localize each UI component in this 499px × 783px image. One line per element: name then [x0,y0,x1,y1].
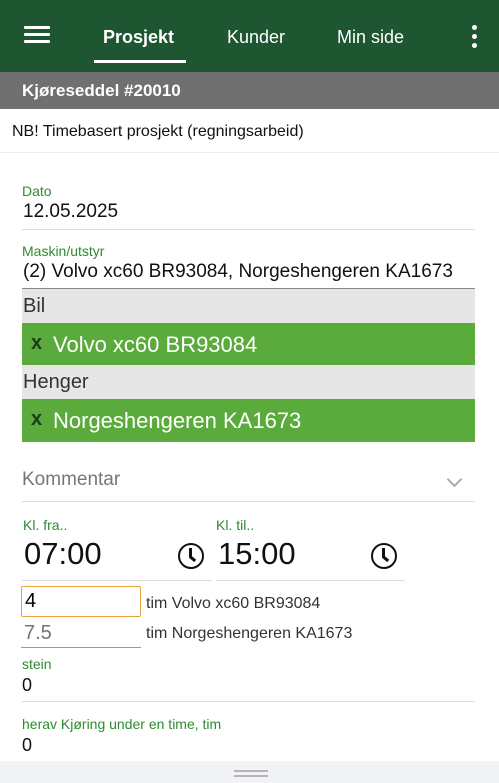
bottom-drag-bar [0,761,499,783]
clock-icon[interactable] [178,543,204,569]
date-underline [22,229,475,230]
comment-underline [22,501,475,502]
drag-handle[interactable] [234,775,268,777]
time-to-label: Kl. til.. [216,517,255,533]
time-from-underline [22,580,212,581]
group-header-henger: Henger [22,365,475,399]
comment-field[interactable]: Kommentar [22,469,120,491]
active-tab-indicator [94,60,186,63]
hours-volvo-label: tim Volvo xc60 BR93084 [146,595,321,612]
chip-label: Norgeshengeren KA1673 [53,408,302,433]
equipment-chip-volvo[interactable]: x Volvo xc60 BR93084 [22,323,475,365]
chevron-down-icon[interactable] [446,471,463,488]
stein-label: stein [22,656,52,672]
more-vertical-icon[interactable] [470,25,480,51]
tab-prosjekt[interactable]: Prosjekt [103,27,174,48]
page-title: Kjøreseddel #20010 [0,72,499,109]
tab-min-side[interactable]: Min side [337,27,404,48]
time-from-label: Kl. fra.. [23,517,68,533]
equipment-select[interactable]: (2) Volvo xc60 BR93084, Norgeshengeren K… [23,261,475,283]
equipment-label: Maskin/utstyr [22,243,105,259]
project-notice: NB! Timebasert prosjekt (regningsarbeid) [0,109,499,153]
remove-icon[interactable]: x [31,408,42,431]
tab-kunder[interactable]: Kunder [227,27,285,48]
stein-underline [22,701,475,702]
time-to-field[interactable]: 15:00 [218,536,296,572]
hours-henger-label: tim Norgeshengeren KA1673 [146,625,353,642]
time-from-field[interactable]: 07:00 [24,536,102,572]
date-field[interactable]: 12.05.2025 [23,201,118,223]
group-header-bil: Bil [22,289,475,323]
form-content: Dato 12.05.2025 Maskin/utstyr (2) Volvo … [0,153,499,761]
top-navigation-bar: Prosjekt Kunder Min side [0,0,499,72]
hours-volvo-input[interactable] [21,586,141,617]
equipment-chip-henger[interactable]: x Norgeshengeren KA1673 [22,399,475,442]
remove-icon[interactable]: x [31,332,42,355]
drag-handle[interactable] [234,770,268,772]
date-label: Dato [22,183,52,199]
clock-icon[interactable] [371,543,397,569]
driving-field[interactable]: 0 [22,735,32,756]
driving-label: herav Kjøring under en time, tim [22,716,222,732]
hamburger-menu-icon[interactable] [24,25,50,45]
hours-henger-input[interactable] [21,619,141,648]
stein-field[interactable]: 0 [22,675,32,696]
chip-label: Volvo xc60 BR93084 [53,332,258,357]
time-to-underline [216,580,405,581]
